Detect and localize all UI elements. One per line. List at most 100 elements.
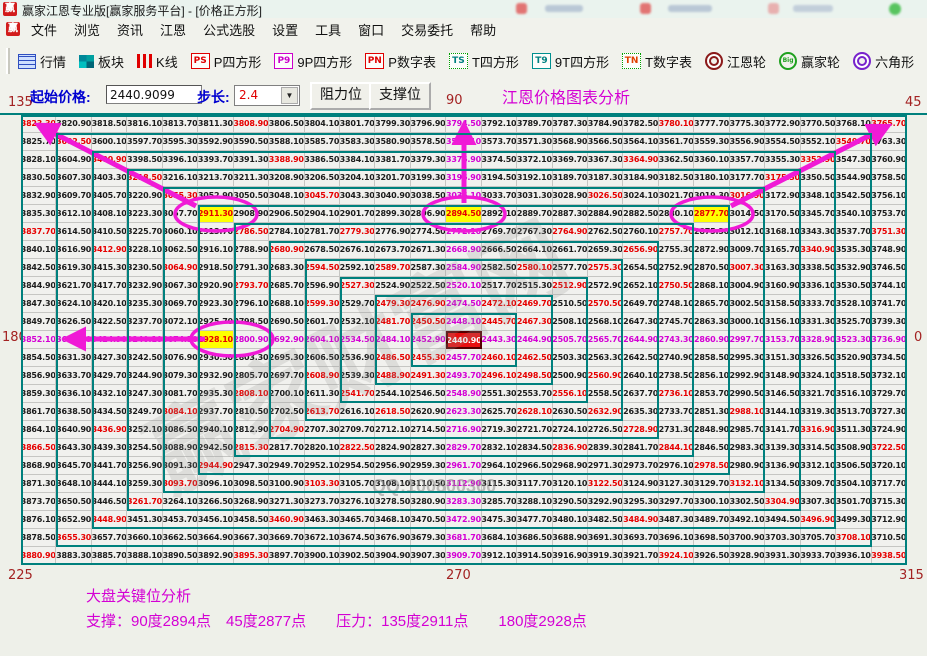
toolbar-item-赢家轮[interactable]: Big赢家轮 (779, 52, 840, 71)
grid-cell: 3331.30 (801, 313, 836, 331)
toolbar-item-六角形[interactable]: 六角形 (853, 52, 914, 71)
toolbar-grip (6, 48, 10, 74)
grid-cell: 3237.70 (127, 313, 162, 331)
grid-cell: 2673.70 (375, 241, 410, 259)
grid-cell: 2834.50 (517, 439, 552, 457)
menu-item-2[interactable]: 浏览 (71, 20, 114, 39)
grid-cell: 3573.70 (482, 133, 517, 151)
grid-cell: 3480.10 (553, 511, 588, 529)
grid-cell: 3520.90 (836, 349, 871, 367)
menu-item-5[interactable]: 公式选股 (200, 20, 269, 39)
grid-cell: 3532.90 (836, 259, 871, 277)
grid-cell: 2844.10 (659, 439, 694, 457)
titlebar-artifact (768, 3, 779, 14)
grid-cell: 3309.70 (801, 475, 836, 493)
grid-cell: 2448.10 (446, 313, 481, 331)
grid-cell: 3489.70 (694, 511, 729, 529)
menu-item-1[interactable]: 文件 (28, 20, 71, 39)
grid-cell: 3427.30 (92, 349, 127, 367)
grid-cell: 2726.50 (588, 421, 623, 439)
grid-cell: 2800.90 (234, 331, 269, 349)
grid-cell: 3496.90 (801, 511, 836, 529)
grid-cell: 3890.50 (163, 547, 198, 565)
toolbar-item-T数字表[interactable]: TNT数字表 (622, 52, 692, 71)
grid-cell: 3592.90 (198, 133, 233, 151)
toolbar-item-P四方形[interactable]: PSP四方形 (191, 52, 262, 71)
grid-cell: 3021.70 (659, 187, 694, 205)
grid-cell: 3451.30 (127, 511, 162, 529)
grid-cell: 3242.50 (127, 349, 162, 367)
step-select[interactable]: 2.4 ▼ (234, 85, 300, 106)
menu-item-9[interactable]: 交易委托 (398, 20, 467, 39)
grid-cell: 3859.30 (21, 385, 56, 403)
grid-cell: 3631.30 (56, 349, 91, 367)
step-value: 2.4 (239, 88, 258, 102)
toolbar-item-K线[interactable]: K线 (137, 52, 178, 71)
toolbar-item-行情[interactable]: 行情 (18, 52, 66, 71)
menu-item-6[interactable]: 设置 (269, 20, 312, 39)
toolbar-item-9P四方形[interactable]: P99P四方形 (274, 52, 352, 71)
grid-cell: 3326.50 (801, 349, 836, 367)
toolbar-item-T四方形[interactable]: TST四方形 (449, 52, 519, 71)
grid-cell: 2923.30 (198, 295, 233, 313)
chevron-down-icon[interactable]: ▼ (281, 87, 298, 104)
grid-cell: 3566.50 (588, 133, 623, 151)
grid-cell: 3120.10 (553, 475, 588, 493)
grid-cell: 3261.70 (127, 493, 162, 511)
grid-cell: 3456.10 (198, 511, 233, 529)
resistance-button[interactable]: 阻力位 (310, 82, 372, 110)
toolbar-item-板块[interactable]: 板块 (79, 52, 124, 71)
grid-cell: 2637.70 (623, 385, 658, 403)
grid-cell: 2649.70 (623, 295, 658, 313)
grid-cell: 3796.90 (411, 115, 446, 133)
toolbar-label: 板块 (98, 52, 124, 71)
grid-cell: 2510.50 (553, 295, 588, 313)
grid-cell: 2740.90 (659, 349, 694, 367)
grid-cell: 3739.30 (872, 313, 907, 331)
grid-cell: 3770.50 (801, 115, 836, 133)
grid-cell: 2784.10 (269, 223, 304, 241)
grid-cell: 3936.10 (836, 547, 871, 565)
grid-cell: 2976.10 (659, 457, 694, 475)
grid-cell: 3132.10 (730, 475, 765, 493)
grid-cell: 3604.90 (56, 151, 91, 169)
grid-cell: 2690.50 (269, 313, 304, 331)
grid-cell: 3400.90 (92, 151, 127, 169)
grid-cell: 2642.50 (623, 349, 658, 367)
grid-cell: 3789.70 (517, 115, 552, 133)
grid-cell: 3062.50 (163, 241, 198, 259)
toolbar-item-江恩轮[interactable]: 江恩轮 (705, 52, 766, 71)
menu-item-8[interactable]: 窗口 (355, 20, 398, 39)
grid-cell: 3036.10 (446, 187, 481, 205)
grid-cell: 2956.90 (375, 457, 410, 475)
grid-cell: 3340.90 (801, 241, 836, 259)
grid-cell: 2565.70 (588, 331, 623, 349)
grid-cell: 2556.10 (553, 385, 588, 403)
menu-item-4[interactable]: 江恩 (157, 20, 200, 39)
menu-item-10[interactable]: 帮助 (467, 20, 510, 39)
grid-cell: 2500.90 (553, 367, 588, 385)
toolbar-item-9T四方形[interactable]: T99T四方形 (532, 52, 609, 71)
grid-cell: 3189.70 (553, 169, 588, 187)
grid-cell: 2688.10 (269, 295, 304, 313)
grid-cell: 3216.10 (163, 169, 198, 187)
grid-cell: 2481.70 (375, 313, 410, 331)
grid-cell: 2839.30 (588, 439, 623, 457)
grid-cell: 2601.70 (305, 313, 340, 331)
grid-cell: 2460.10 (482, 349, 517, 367)
grid-cell: 3163.30 (765, 259, 800, 277)
grid-cell: 2932.90 (198, 367, 233, 385)
start-price-input[interactable] (106, 85, 202, 104)
support-button[interactable]: 支撑位 (369, 82, 431, 110)
menu-item-3[interactable]: 资讯 (114, 20, 157, 39)
grid-cell: 2664.10 (517, 241, 552, 259)
grid-cell: 3628.90 (56, 331, 91, 349)
grid-cell: 3357.70 (730, 151, 765, 169)
grid-cell: 3866.50 (21, 439, 56, 457)
grid-cell: 3134.50 (765, 475, 800, 493)
grid-cell: 3352.90 (801, 151, 836, 169)
menu-item-7[interactable]: 工具 (312, 20, 355, 39)
toolbar-item-P数字表[interactable]: PNP数字表 (365, 52, 436, 71)
grid-cell: 3086.50 (163, 421, 198, 439)
grid-cell: 2786.50 (234, 223, 269, 241)
